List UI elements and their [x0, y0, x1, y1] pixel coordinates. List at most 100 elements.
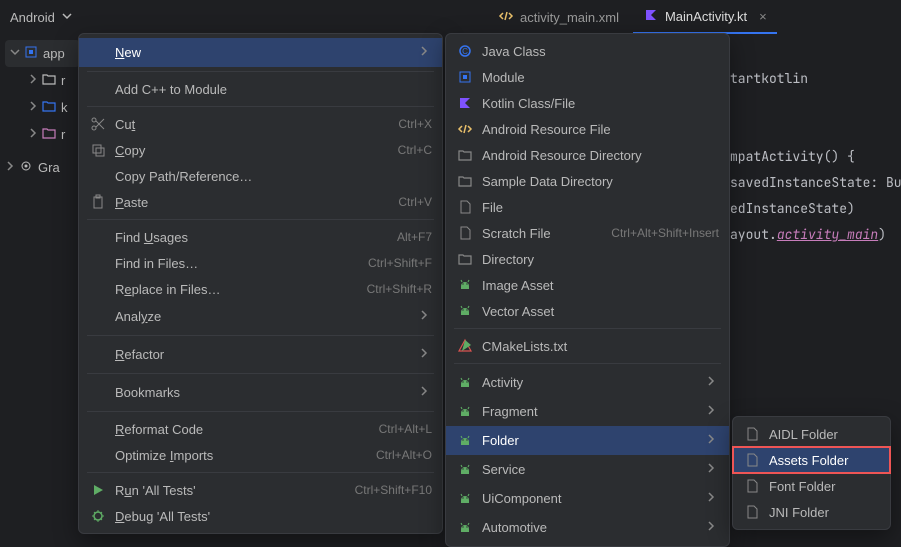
gear-icon — [18, 158, 34, 177]
menu-label: Analyze — [115, 309, 398, 324]
menu-item-copy-path-reference[interactable]: Copy Path/Reference… — [79, 163, 442, 189]
menu-item-analyze[interactable]: Analyze — [79, 302, 442, 331]
menu-label: Activity — [482, 375, 685, 390]
menu-label: AIDL Folder — [769, 427, 880, 442]
menu-label: File — [482, 200, 719, 215]
android-icon — [456, 491, 474, 507]
android-icon — [456, 404, 474, 420]
menu-item-file[interactable]: File — [446, 194, 729, 220]
menu-separator — [87, 411, 434, 412]
menu-label: Optimize Imports — [115, 448, 368, 463]
menu-separator — [454, 328, 721, 329]
menu-label: Service — [482, 462, 685, 477]
menu-item-kotlin-class-file[interactable]: Kotlin Class/File — [446, 90, 729, 116]
chevron-right-icon — [703, 402, 719, 421]
menu-item-activity[interactable]: Activity — [446, 368, 729, 397]
tab-label: MainActivity.kt — [665, 9, 747, 24]
menu-shortcut: Ctrl+V — [398, 195, 432, 209]
menu-item-run-all-tests[interactable]: Run 'All Tests'Ctrl+Shift+F10 — [79, 477, 442, 503]
android-icon — [456, 462, 474, 478]
module-icon — [456, 69, 474, 85]
close-icon[interactable]: × — [759, 9, 767, 24]
context-menu: NewAdd C++ to ModuleCutCtrl+XCopyCtrl+CC… — [78, 33, 443, 534]
menu-item-sample-data-directory[interactable]: Sample Data Directory — [446, 168, 729, 194]
menu-separator — [87, 335, 434, 336]
menu-item-aidl-folder[interactable]: AIDL Folder — [733, 421, 890, 447]
menu-item-service[interactable]: Service — [446, 455, 729, 484]
menu-item-optimize-imports[interactable]: Optimize ImportsCtrl+Alt+O — [79, 442, 442, 468]
menu-label: Image Asset — [482, 278, 719, 293]
chevron-right-icon — [703, 460, 719, 479]
project-selector[interactable]: Android — [10, 8, 75, 27]
chevron-right-icon — [703, 489, 719, 508]
chevron-right-icon — [703, 373, 719, 392]
menu-item-fragment[interactable]: Fragment — [446, 397, 729, 426]
menu-shortcut: Ctrl+Shift+R — [367, 282, 432, 296]
menu-item-module[interactable]: Module — [446, 64, 729, 90]
java-class-icon — [456, 43, 474, 59]
menu-item-replace-in-files[interactable]: Replace in Files… Ctrl+Shift+R — [79, 276, 442, 302]
menu-label: New — [115, 45, 398, 60]
menu-item-cut[interactable]: CutCtrl+X — [79, 111, 442, 137]
tab-mainactivity[interactable]: MainActivity.kt × — [633, 1, 777, 34]
paste-icon — [89, 194, 107, 210]
menu-item-refactor[interactable]: Refactor — [79, 340, 442, 369]
menu-label: Module — [482, 70, 719, 85]
menu-item-image-asset[interactable]: Image Asset — [446, 272, 729, 298]
menu-item-android-resource-file[interactable]: Android Resource File — [446, 116, 729, 142]
menu-item-add-c-to-module[interactable]: Add C++ to Module — [79, 76, 442, 102]
menu-item-automotive[interactable]: Automotive — [446, 513, 729, 542]
menu-item-directory[interactable]: Directory — [446, 246, 729, 272]
tree-node[interactable]: k — [5, 94, 80, 121]
menu-item-new[interactable]: New — [79, 38, 442, 67]
menu-item-scratch-file[interactable]: Scratch FileCtrl+Alt+Shift+Insert — [446, 220, 729, 246]
menu-shortcut: Ctrl+C — [398, 143, 432, 157]
menu-item-debug-all-tests[interactable]: Debug 'All Tests' — [79, 503, 442, 529]
menu-item-paste[interactable]: PasteCtrl+V — [79, 189, 442, 215]
menu-item-folder[interactable]: Folder — [446, 426, 729, 455]
menu-label: Find Usages — [115, 230, 389, 245]
tree-node[interactable]: r — [5, 121, 80, 148]
tree-node-app[interactable]: app — [5, 40, 80, 67]
menu-item-reformat-code[interactable]: Reformat CodeCtrl+Alt+L — [79, 416, 442, 442]
folder-icon — [41, 71, 57, 90]
menu-item-copy[interactable]: Copy Ctrl+C — [79, 137, 442, 163]
menu-item-cmakelists-txt[interactable]: CMakeLists.txt — [446, 333, 729, 359]
menu-item-vector-asset[interactable]: Vector Asset — [446, 298, 729, 324]
menu-shortcut: Ctrl+Alt+Shift+Insert — [611, 226, 719, 240]
menu-item-android-resource-directory[interactable]: Android Resource Directory — [446, 142, 729, 168]
menu-item-assets-folder[interactable]: Assets Folder — [733, 447, 890, 473]
tree-node-gradle[interactable]: Gra — [0, 154, 80, 181]
menu-label: Replace in Files… — [115, 282, 359, 297]
tab-activity-main[interactable]: activity_main.xml — [488, 2, 629, 33]
tree-node[interactable]: r — [5, 67, 80, 94]
jni-icon — [743, 504, 761, 520]
assets-icon — [743, 452, 761, 468]
run-icon — [89, 482, 107, 498]
menu-label: Copy — [115, 143, 390, 158]
folder-icon — [456, 251, 474, 267]
code-editor[interactable]: tartkotlin mpatActivity() { savedInstanc… — [730, 40, 901, 248]
menu-item-uicomponent[interactable]: UiComponent — [446, 484, 729, 513]
menu-label: Fragment — [482, 404, 685, 419]
xml-file-icon — [456, 121, 474, 137]
menu-item-java-class[interactable]: Java Class — [446, 38, 729, 64]
chevron-right-icon — [703, 431, 719, 450]
menu-label: Sample Data Directory — [482, 174, 719, 189]
chevron-down-icon — [59, 8, 75, 27]
menu-label: Find in Files… — [115, 256, 360, 271]
menu-item-jni-folder[interactable]: JNI Folder — [733, 499, 890, 525]
cmake-icon — [456, 338, 474, 354]
menu-item-find-in-files[interactable]: Find in Files…Ctrl+Shift+F — [79, 250, 442, 276]
folder-icon — [456, 173, 474, 189]
xml-file-icon — [498, 8, 514, 27]
menu-item-bookmarks[interactable]: Bookmarks — [79, 378, 442, 407]
menu-label: Refactor — [115, 347, 398, 362]
menu-item-font-folder[interactable]: Font Folder — [733, 473, 890, 499]
project-tree: app r k r Gra — [5, 40, 80, 181]
chevron-right-icon — [25, 125, 37, 144]
tree-label: app — [43, 46, 65, 61]
menu-item-find-usages[interactable]: Find Usages Alt+F7 — [79, 224, 442, 250]
menu-label: JNI Folder — [769, 505, 880, 520]
menu-shortcut: Alt+F7 — [397, 230, 432, 244]
